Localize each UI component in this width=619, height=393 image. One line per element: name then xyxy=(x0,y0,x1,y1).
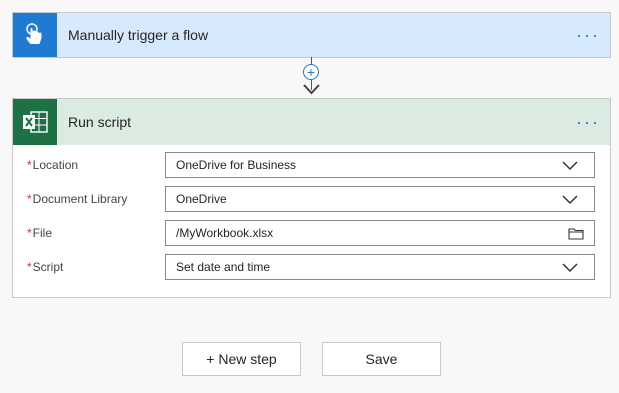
document-library-value: OneDrive xyxy=(176,192,227,206)
required-mark: * xyxy=(27,226,32,240)
script-label: *Script xyxy=(27,260,165,274)
trigger-more-menu-icon[interactable]: ··· xyxy=(576,26,600,44)
save-button[interactable]: Save xyxy=(322,342,441,376)
script-dropdown[interactable]: Set date and time xyxy=(165,254,595,280)
file-input[interactable]: /MyWorkbook.xlsx xyxy=(165,220,595,246)
location-label: *Location xyxy=(27,158,165,172)
arrow-down-icon xyxy=(303,84,320,95)
run-script-card[interactable]: Run script ··· *Location OneDrive for Bu… xyxy=(12,98,611,298)
script-value: Set date and time xyxy=(176,260,271,274)
location-dropdown[interactable]: OneDrive for Business xyxy=(165,152,595,178)
location-label-text: Location xyxy=(32,158,79,172)
trigger-card[interactable]: Manually trigger a flow ··· xyxy=(12,12,611,58)
trigger-title: Manually trigger a flow xyxy=(68,27,209,43)
document-library-row: *Document Library OneDrive xyxy=(27,185,596,213)
insert-step-button[interactable]: + xyxy=(303,64,319,80)
location-value: OneDrive for Business xyxy=(176,158,297,172)
folder-icon[interactable] xyxy=(568,227,584,240)
location-row: *Location OneDrive for Business xyxy=(27,151,596,179)
script-row: *Script Set date and time xyxy=(27,253,596,281)
file-row: *File /MyWorkbook.xlsx xyxy=(27,219,596,247)
chevron-down-icon[interactable] xyxy=(562,159,578,171)
document-library-label: *Document Library xyxy=(27,192,165,206)
run-script-title: Run script xyxy=(68,114,132,130)
file-label-text: File xyxy=(32,226,53,240)
document-library-label-text: Document Library xyxy=(32,192,128,206)
document-library-dropdown[interactable]: OneDrive xyxy=(165,186,595,212)
excel-icon-box xyxy=(13,99,57,145)
file-value: /MyWorkbook.xlsx xyxy=(176,226,274,240)
touch-hand-icon xyxy=(26,23,42,44)
required-mark: * xyxy=(27,260,32,274)
run-script-more-menu-icon[interactable]: ··· xyxy=(576,113,600,131)
trigger-header[interactable]: Manually trigger a flow ··· xyxy=(13,13,610,57)
trigger-icon-box xyxy=(13,13,57,57)
script-label-text: Script xyxy=(32,260,64,274)
new-step-button[interactable]: + New step xyxy=(182,342,301,376)
chevron-down-icon[interactable] xyxy=(562,261,578,273)
run-script-header[interactable]: Run script ··· xyxy=(13,99,610,145)
excel-icon xyxy=(23,111,48,133)
required-mark: * xyxy=(27,158,32,172)
file-label: *File xyxy=(27,226,165,240)
chevron-down-icon[interactable] xyxy=(562,193,578,205)
required-mark: * xyxy=(27,192,32,206)
run-script-parameters: *Location OneDrive for Business *Documen… xyxy=(13,145,610,291)
